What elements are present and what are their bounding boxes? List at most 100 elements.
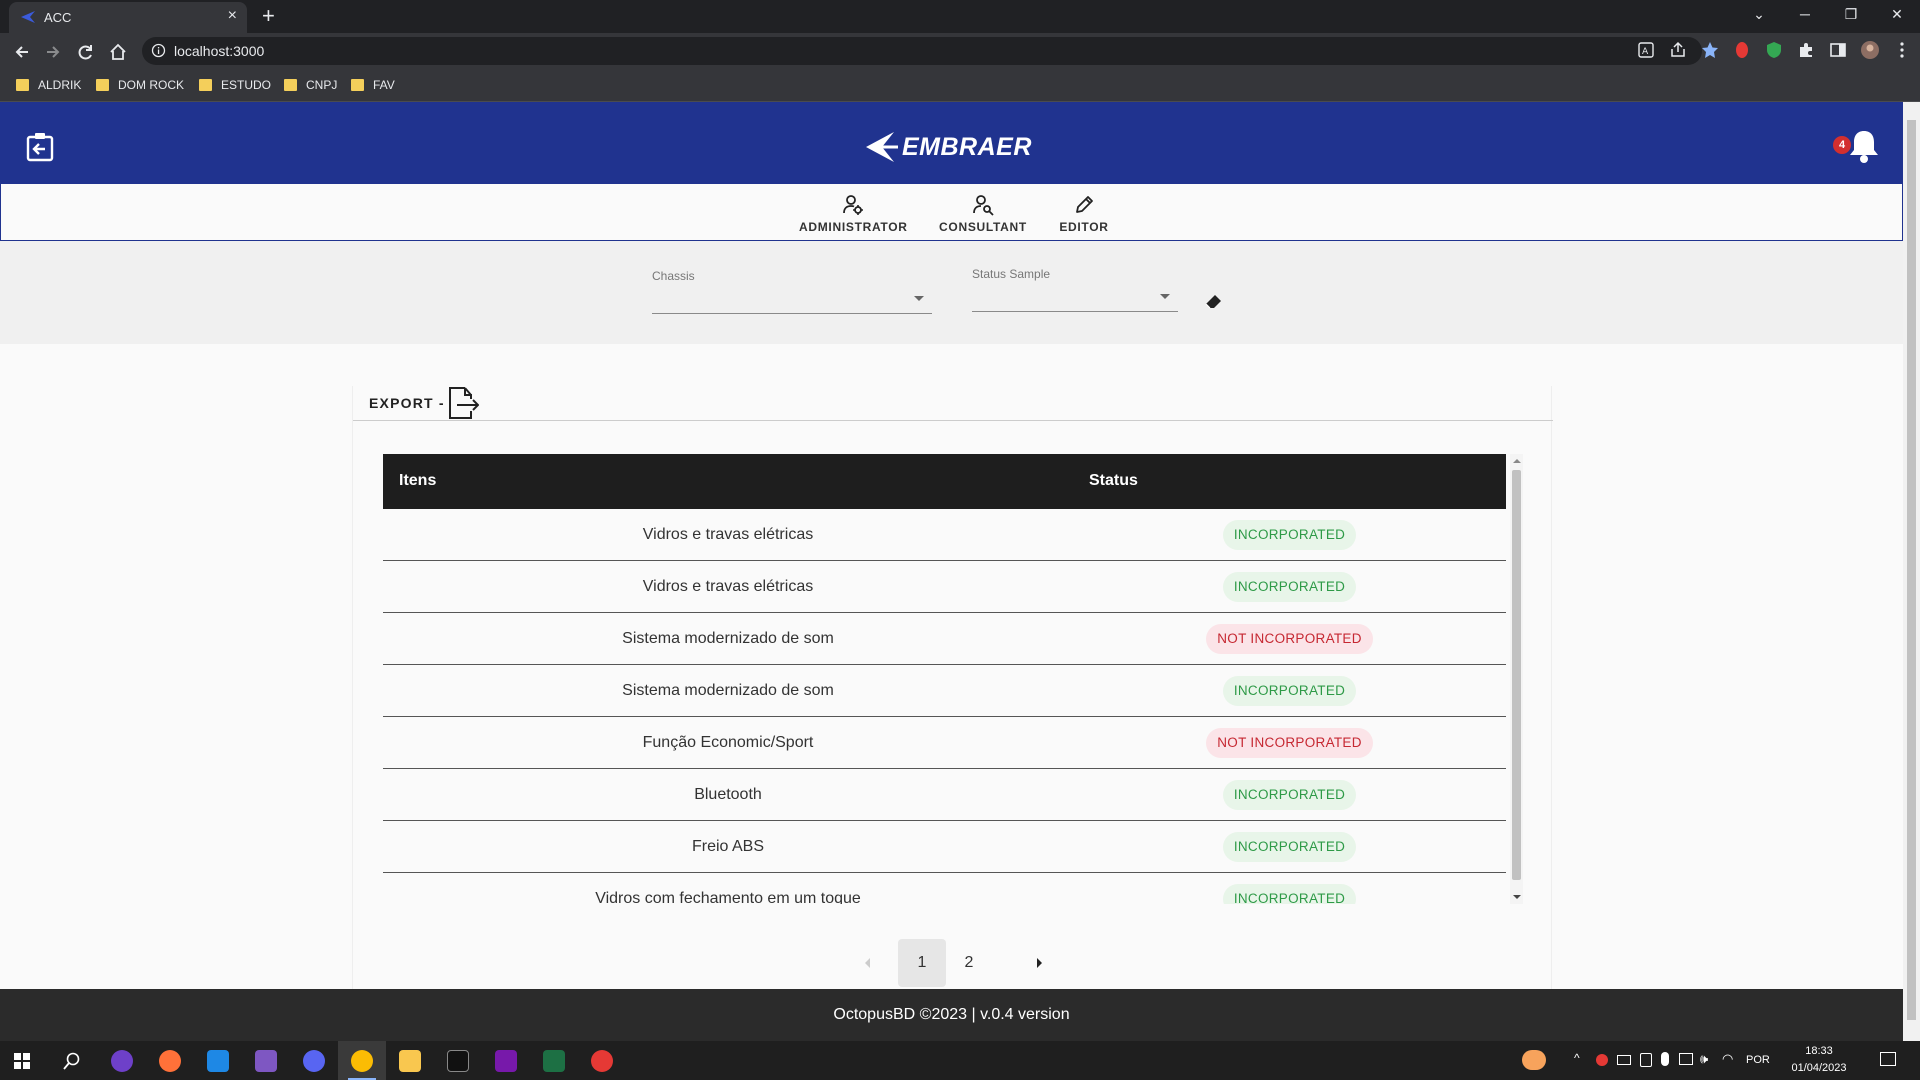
- profile-avatar-icon[interactable]: [1860, 40, 1880, 60]
- bookmark-folder[interactable]: DOM ROCK: [96, 78, 184, 92]
- clock-date[interactable]: 01/04/2023: [1788, 1062, 1850, 1074]
- status-cell: NOT INCORPORATED: [1073, 717, 1506, 769]
- scroll-down-icon[interactable]: [1513, 895, 1521, 899]
- github-icon[interactable]: [98, 1041, 146, 1080]
- notification-bell-icon[interactable]: [1848, 128, 1880, 164]
- brand-name: EMBRAER: [902, 133, 1032, 161]
- table-row: Vidros e travas elétricas INCORPORATED: [383, 509, 1506, 561]
- tab-editor[interactable]: EDITOR: [1056, 194, 1112, 236]
- status-cell: INCORPORATED: [1073, 769, 1506, 821]
- clear-filters-eraser-icon[interactable]: [1203, 290, 1225, 312]
- notes-app-icon[interactable]: [242, 1041, 290, 1080]
- bookmark-star-icon[interactable]: [1700, 40, 1720, 60]
- screen-recorder-icon[interactable]: [578, 1041, 626, 1080]
- status-badge: INCORPORATED: [1222, 780, 1357, 810]
- browser-tab[interactable]: ACC ×: [9, 2, 247, 33]
- status-badge: NOT INCORPORATED: [1206, 624, 1373, 654]
- excel-icon[interactable]: [530, 1041, 578, 1080]
- chrome-icon[interactable]: [338, 1041, 386, 1080]
- status-cell: INCORPORATED: [1073, 509, 1506, 561]
- bookmark-folder[interactable]: CNPJ: [284, 78, 337, 92]
- device-icon[interactable]: [1640, 1053, 1652, 1067]
- browser-menu-icon[interactable]: [1892, 40, 1912, 60]
- item-name-cell: Vidros e travas elétricas: [642, 526, 814, 543]
- export-file-icon[interactable]: [445, 386, 479, 420]
- new-tab-icon[interactable]: +: [262, 5, 275, 27]
- side-panel-icon[interactable]: [1828, 40, 1848, 60]
- page-scrollbar-thumb[interactable]: [1907, 120, 1916, 1020]
- tab-search-icon[interactable]: ⌄: [1736, 0, 1782, 30]
- chevron-down-icon: [1160, 294, 1170, 299]
- previous-page-icon[interactable]: [865, 958, 870, 968]
- close-window-icon[interactable]: ✕: [1874, 0, 1920, 30]
- tray-expand-icon[interactable]: ^: [1574, 1051, 1580, 1065]
- logout-icon[interactable]: [26, 132, 54, 162]
- home-icon[interactable]: [108, 42, 128, 62]
- pagination: 1 2: [353, 939, 1553, 987]
- tab-consultant[interactable]: CONSULTANT: [938, 194, 1028, 236]
- role-nav: ADMINISTRATOR CONSULTANT EDITOR: [0, 184, 1903, 241]
- record-extension-icon[interactable]: [1732, 40, 1752, 60]
- folder-icon: [351, 79, 364, 91]
- back-icon[interactable]: [12, 42, 32, 62]
- clock-time[interactable]: 18:33: [1788, 1045, 1850, 1057]
- tab-administrator[interactable]: ADMINISTRATOR: [799, 194, 907, 236]
- bookmark-folder[interactable]: FAV: [351, 78, 395, 92]
- bookmark-folder[interactable]: ALDRIK: [16, 78, 81, 92]
- folder-icon: [284, 79, 297, 91]
- scroll-up-icon[interactable]: [1513, 459, 1521, 463]
- address-bar[interactable]: localhost:3000: [142, 37, 1702, 65]
- status-sample-label: Status Sample: [972, 267, 1051, 281]
- system-tray: ^ 🕪 ◠ POR 18:33 01/04/2023: [1520, 1041, 1920, 1080]
- bookmarks-bar: ALDRIK DOM ROCK ESTUDO CNPJ FAV: [0, 70, 1920, 102]
- battery-icon[interactable]: [1617, 1055, 1631, 1065]
- main-content: EXPORT - Itens Status Vidros e travas el…: [352, 386, 1553, 989]
- reload-icon[interactable]: [76, 42, 96, 62]
- vscode-icon[interactable]: [194, 1041, 242, 1080]
- items-table: Itens Status Vidros e travas elétricas IN…: [383, 454, 1523, 904]
- page-button-1[interactable]: 1: [898, 939, 946, 987]
- table-scrollbar[interactable]: [1510, 454, 1523, 904]
- discord-icon[interactable]: [290, 1041, 338, 1080]
- network-icon[interactable]: [1679, 1053, 1693, 1065]
- browser-tab-strip: ACC × + ⌄ ─ ❐ ✕: [0, 0, 1920, 33]
- windows-start-icon[interactable]: [14, 1053, 30, 1069]
- item-name-cell: Sistema modernizado de som: [622, 630, 834, 647]
- share-icon[interactable]: [1668, 40, 1688, 60]
- file-explorer-icon[interactable]: [386, 1041, 434, 1080]
- tab-close-icon[interactable]: ×: [228, 8, 237, 24]
- window-controls: ⌄ ─ ❐ ✕: [1736, 0, 1920, 30]
- wifi-icon[interactable]: ◠: [1722, 1051, 1733, 1067]
- terminal-icon[interactable]: [434, 1041, 482, 1080]
- language-indicator[interactable]: POR: [1746, 1054, 1770, 1066]
- notification-center-icon[interactable]: [1880, 1052, 1896, 1066]
- extensions-puzzle-icon[interactable]: [1796, 40, 1816, 60]
- weather-icon[interactable]: [1522, 1050, 1546, 1070]
- page-scrollbar[interactable]: [1903, 102, 1920, 1041]
- search-icon[interactable]: [63, 1052, 81, 1070]
- restore-icon[interactable]: ❐: [1828, 0, 1874, 30]
- firefox-icon[interactable]: [146, 1041, 194, 1080]
- volume-icon[interactable]: 🕪: [1700, 1051, 1708, 1067]
- forward-icon[interactable]: [43, 42, 63, 62]
- site-info-icon[interactable]: [151, 43, 166, 58]
- folder-icon: [16, 79, 29, 91]
- scrollbar-thumb[interactable]: [1512, 470, 1521, 880]
- table-row: Sistema modernizado de som NOT INCORPORAT…: [383, 613, 1506, 665]
- status-cell: INCORPORATED: [1073, 873, 1506, 904]
- url-text: localhost:3000: [174, 43, 265, 59]
- status-cell: INCORPORATED: [1073, 665, 1506, 717]
- translate-icon[interactable]: A: [1636, 40, 1656, 60]
- shield-extension-icon[interactable]: [1764, 40, 1784, 60]
- embraer-logo: EMBRAER: [864, 130, 1046, 164]
- chassis-select[interactable]: [652, 284, 932, 314]
- bookmark-folder[interactable]: ESTUDO: [199, 78, 271, 92]
- onenote-icon[interactable]: [482, 1041, 530, 1080]
- next-page-icon[interactable]: [1037, 958, 1042, 968]
- status-sample-select[interactable]: [972, 282, 1178, 312]
- svg-text:A: A: [1642, 47, 1649, 57]
- minimize-icon[interactable]: ─: [1782, 0, 1828, 30]
- microphone-icon[interactable]: [1661, 1052, 1669, 1066]
- recording-indicator-icon[interactable]: [1596, 1054, 1608, 1066]
- page-button-2[interactable]: 2: [945, 939, 993, 987]
